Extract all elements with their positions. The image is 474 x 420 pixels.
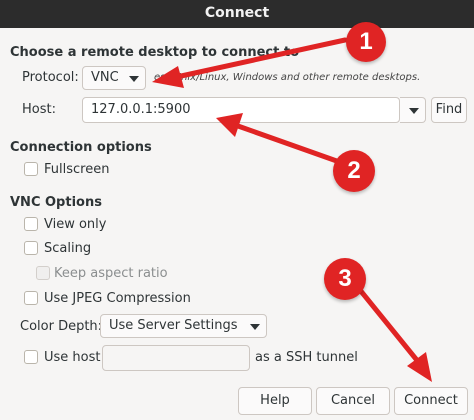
find-button[interactable]: Find — [431, 97, 467, 123]
color-depth-combo[interactable]: Use Server Settings — [100, 314, 267, 338]
annotation-badge-3: 3 — [324, 258, 366, 300]
window-title: Connect — [204, 5, 270, 21]
protocol-value: VNC — [91, 70, 119, 85]
chevron-down-icon — [129, 76, 139, 82]
view-only-checkbox[interactable] — [24, 217, 38, 231]
connection-options-heading: Connection options — [10, 140, 152, 155]
protocol-combo[interactable]: VNC — [82, 66, 146, 90]
help-button[interactable]: Help — [238, 387, 312, 415]
chevron-down-icon — [409, 108, 419, 114]
cancel-button[interactable]: Cancel — [316, 387, 390, 415]
ssh-tunnel-label: as a SSH tunnel — [255, 350, 358, 365]
fullscreen-checkbox[interactable] — [24, 162, 38, 176]
scaling-label: Scaling — [44, 241, 92, 256]
arrow-3-head — [407, 352, 432, 382]
annotation-badge-1: 1 — [346, 22, 386, 62]
chevron-down-icon — [250, 324, 260, 330]
use-host-label: Use host — [44, 350, 101, 365]
protocol-description: ess Unix/Linux, Windows and other remote… — [154, 72, 421, 83]
annotation-badge-2: 2 — [333, 150, 375, 192]
host-value: 127.0.0.1:5900 — [91, 102, 191, 117]
window-titlebar: Connect — [0, 0, 474, 28]
protocol-label: Protocol: — [22, 70, 79, 85]
jpeg-compression-label: Use JPEG Compression — [44, 291, 191, 306]
keep-aspect-ratio-checkbox[interactable] — [36, 266, 50, 280]
color-depth-label: Color Depth: — [20, 319, 103, 334]
main-heading: Choose a remote desktop to connect to — [10, 45, 300, 60]
arrow-2-line — [235, 123, 351, 168]
host-input[interactable]: 127.0.0.1:5900 — [82, 97, 400, 123]
arrow-3-line — [357, 287, 423, 367]
scaling-checkbox[interactable] — [24, 241, 38, 255]
connect-button[interactable]: Connect — [394, 387, 468, 415]
jpeg-compression-checkbox[interactable] — [24, 291, 38, 305]
fullscreen-label: Fullscreen — [44, 162, 110, 177]
host-history-dropdown[interactable] — [400, 97, 426, 123]
keep-aspect-ratio-label: Keep aspect ratio — [54, 266, 168, 281]
ssh-host-input[interactable] — [102, 345, 250, 371]
vnc-options-heading: VNC Options — [10, 195, 102, 210]
use-host-checkbox[interactable] — [24, 350, 38, 364]
host-label: Host: — [22, 102, 56, 117]
color-depth-value: Use Server Settings — [109, 318, 238, 333]
view-only-label: View only — [44, 217, 107, 232]
